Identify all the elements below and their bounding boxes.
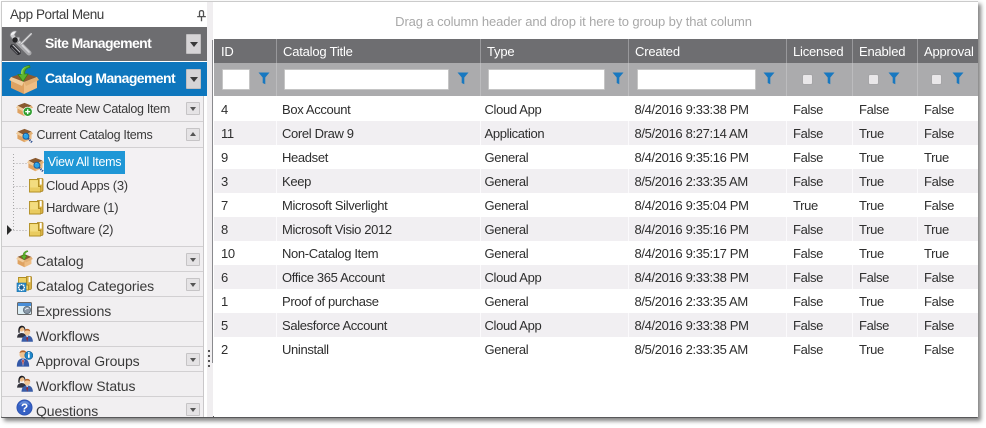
svg-text:?: ? (21, 401, 28, 415)
